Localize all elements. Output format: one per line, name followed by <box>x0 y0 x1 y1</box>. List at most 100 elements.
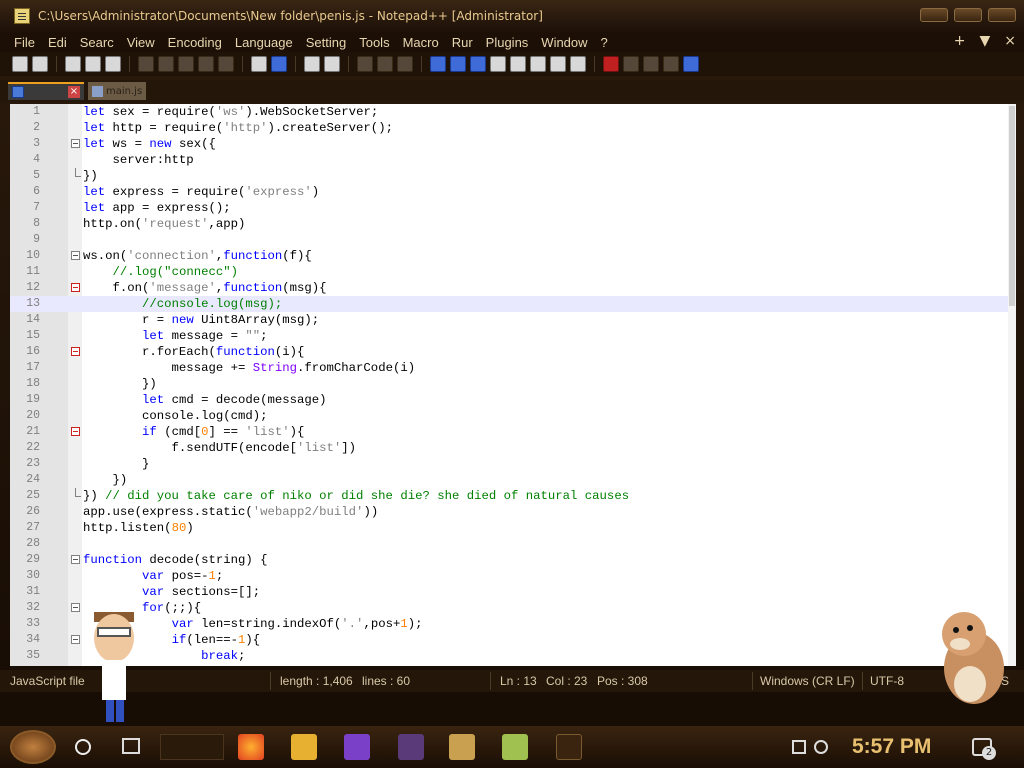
code-line[interactable]: 27 http.listen(80) <box>10 520 1016 536</box>
find-icon[interactable] <box>251 56 267 72</box>
code-line[interactable]: 34 if(len==-1){ <box>10 632 1016 648</box>
code-line[interactable]: 25}) // did you take care of niko or did… <box>10 488 1016 504</box>
tab-list-icon[interactable]: ▼ <box>979 33 990 49</box>
close-document-icon[interactable]: × <box>1004 33 1016 49</box>
new-file-icon[interactable] <box>12 56 28 72</box>
fold-toggle-icon[interactable] <box>71 603 80 612</box>
tab-close-icon[interactable]: × <box>68 86 80 98</box>
fold-toggle-icon[interactable] <box>71 283 80 292</box>
code-line[interactable]: 6 let express = require('express') <box>10 184 1016 200</box>
zoom-out-icon[interactable] <box>324 56 340 72</box>
menu-settings[interactable]: Setting <box>306 35 346 50</box>
app-icon[interactable] <box>556 734 582 760</box>
fold-toggle-icon[interactable] <box>71 139 80 148</box>
menu-plugins[interactable]: Plugins <box>486 35 529 50</box>
code-line[interactable]: 29 function decode(string) { <box>10 552 1016 568</box>
start-button[interactable] <box>10 730 56 764</box>
menu-edit[interactable]: Edi <box>48 35 67 50</box>
play-multiple-icon[interactable] <box>663 56 679 72</box>
code-line[interactable]: 23 } <box>10 456 1016 472</box>
code-line[interactable]: 22 f.sendUTF(encode['list']) <box>10 440 1016 456</box>
replace-icon[interactable] <box>271 56 287 72</box>
cortana-icon[interactable] <box>75 739 91 755</box>
code-line[interactable]: 10 ws.on('connection',function(f){ <box>10 248 1016 264</box>
notepad-plus-plus-icon[interactable] <box>502 734 528 760</box>
menu-language[interactable]: Language <box>235 35 293 50</box>
save-all-icon[interactable] <box>85 56 101 72</box>
network-icon[interactable] <box>792 740 806 754</box>
tab-penis-js[interactable]: × <box>8 82 84 100</box>
monitoring-icon[interactable] <box>570 56 586 72</box>
volume-icon[interactable] <box>814 740 828 754</box>
maximize-button[interactable] <box>954 8 982 22</box>
code-line[interactable]: 13 //console.log(msg); <box>10 296 1016 312</box>
code-line[interactable]: 15 let message = ""; <box>10 328 1016 344</box>
code-line[interactable]: 31 var sections=[]; <box>10 584 1016 600</box>
sync-horizontal-icon[interactable] <box>377 56 393 72</box>
word-wrap-icon[interactable] <box>397 56 413 72</box>
play-macro-icon[interactable] <box>643 56 659 72</box>
game-icon[interactable] <box>398 734 424 760</box>
code-line[interactable]: 19 let cmd = decode(message) <box>10 392 1016 408</box>
vertical-scrollbar[interactable] <box>1008 104 1016 666</box>
fold-toggle-icon[interactable] <box>71 635 80 644</box>
code-line[interactable]: 35 break; <box>10 648 1016 664</box>
file-explorer-icon[interactable] <box>291 734 317 760</box>
code-line[interactable]: 5}) <box>10 168 1016 184</box>
document-map-icon[interactable] <box>510 56 526 72</box>
clock[interactable]: 5:57 PM <box>852 735 931 759</box>
menu-tools[interactable]: Tools <box>359 35 389 50</box>
code-line[interactable]: 12 f.on('message',function(msg){ <box>10 280 1016 296</box>
wrap-icon[interactable] <box>430 56 446 72</box>
paste-icon[interactable] <box>178 56 194 72</box>
status-encoding[interactable]: UTF-8 <box>870 674 904 688</box>
task-view-icon[interactable] <box>122 738 140 754</box>
game-icon-2[interactable] <box>449 734 475 760</box>
open-file-icon[interactable] <box>32 56 48 72</box>
code-line[interactable]: 11 //.log("connecc") <box>10 264 1016 280</box>
menu-search[interactable]: Searc <box>80 35 114 50</box>
code-line[interactable]: 3 let ws = new sex({ <box>10 136 1016 152</box>
user-language-icon[interactable] <box>490 56 506 72</box>
menu-window[interactable]: Window <box>541 35 587 50</box>
copy-icon[interactable] <box>158 56 174 72</box>
undo-icon[interactable] <box>198 56 214 72</box>
show-all-chars-icon[interactable] <box>450 56 466 72</box>
menu-help[interactable]: ? <box>601 35 608 50</box>
code-line[interactable]: 17 message += String.fromCharCode(i) <box>10 360 1016 376</box>
code-line[interactable]: 14 r = new Uint8Array(msg); <box>10 312 1016 328</box>
code-line[interactable]: 21 if (cmd[0] == 'list'){ <box>10 424 1016 440</box>
code-editor[interactable]: 1 let sex = require('ws').WebSocketServer… <box>10 104 1016 666</box>
status-eol[interactable]: Windows (CR LF) <box>760 674 855 688</box>
visual-studio-icon[interactable] <box>344 734 370 760</box>
code-line[interactable]: 1 let sex = require('ws').WebSocketServer… <box>10 104 1016 120</box>
new-tab-icon[interactable]: + <box>954 33 966 49</box>
save-icon[interactable] <box>65 56 81 72</box>
indent-guide-icon[interactable] <box>470 56 486 72</box>
save-macro-icon[interactable] <box>683 56 699 72</box>
menu-view[interactable]: View <box>127 35 155 50</box>
code-line[interactable]: 18 }) <box>10 376 1016 392</box>
code-line[interactable]: 33 var len=string.indexOf('.',pos+1); <box>10 616 1016 632</box>
code-line[interactable]: 30 var pos=-1; <box>10 568 1016 584</box>
record-macro-icon[interactable] <box>603 56 619 72</box>
zoom-in-icon[interactable] <box>304 56 320 72</box>
redo-icon[interactable] <box>218 56 234 72</box>
print-icon[interactable] <box>105 56 121 72</box>
folder-workspace-icon[interactable] <box>550 56 566 72</box>
function-list-icon[interactable] <box>530 56 546 72</box>
code-line[interactable]: 16 r.forEach(function(i){ <box>10 344 1016 360</box>
code-line[interactable]: 32 for(;;){ <box>10 600 1016 616</box>
stop-macro-icon[interactable] <box>623 56 639 72</box>
firefox-icon[interactable] <box>238 734 264 760</box>
close-button[interactable] <box>988 8 1016 22</box>
code-line[interactable]: 2 let http = require('http').createServer… <box>10 120 1016 136</box>
code-line[interactable]: 24 }) <box>10 472 1016 488</box>
fold-toggle-icon[interactable] <box>71 251 80 260</box>
code-line[interactable]: 28 <box>10 536 1016 552</box>
menu-file[interactable]: File <box>14 35 35 50</box>
cut-icon[interactable] <box>138 56 154 72</box>
menu-macro[interactable]: Macro <box>403 35 439 50</box>
code-line[interactable]: 4 server:http <box>10 152 1016 168</box>
code-line[interactable]: 20 console.log(cmd); <box>10 408 1016 424</box>
